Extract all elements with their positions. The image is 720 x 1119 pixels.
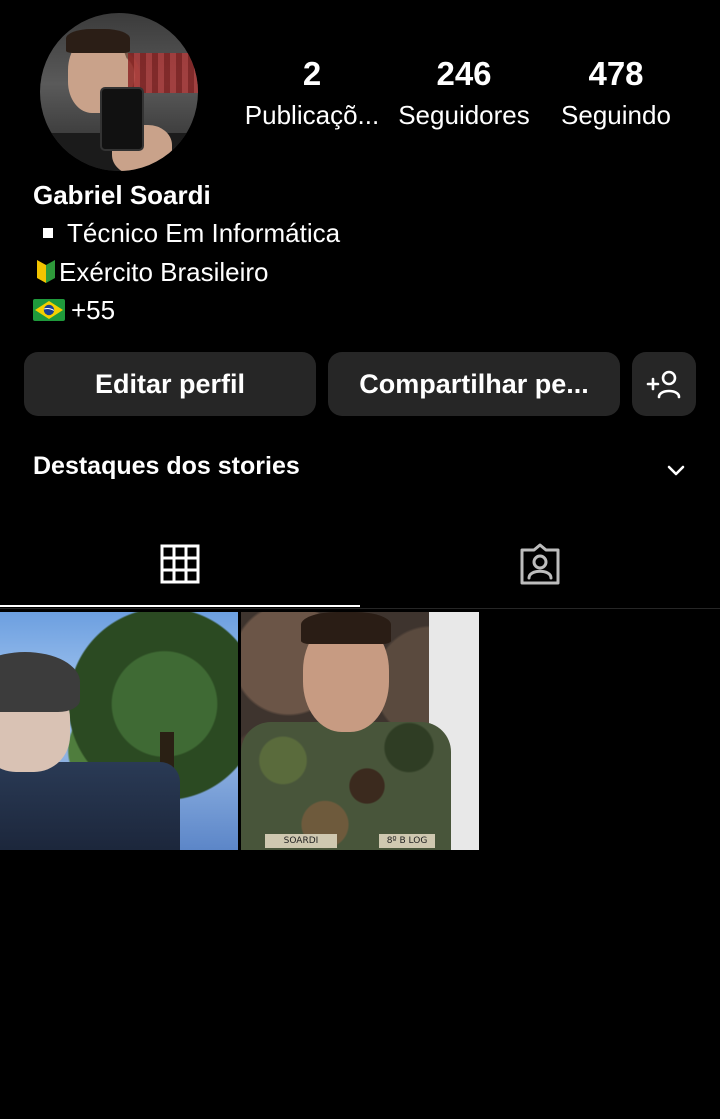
post-1-vest (0, 762, 180, 850)
stat-following[interactable]: 478 Seguindo (542, 52, 690, 134)
avatar[interactable] (40, 13, 198, 171)
discover-people-button[interactable] (632, 352, 696, 416)
share-profile-button[interactable]: Compartilhar pe... (328, 352, 620, 416)
bio-line-2-text: Exército Brasileiro (59, 257, 269, 287)
avatar-hair (66, 29, 130, 53)
chevron-down-icon[interactable] (665, 459, 687, 481)
highlights-title[interactable]: Destaques dos stories (33, 452, 300, 481)
bio-line-1-text: Técnico Em Informática (67, 218, 341, 248)
bio-line-1: Técnico Em Informática (33, 218, 340, 249)
posts-label: Publicaçõ... (244, 100, 380, 130)
post-2-unit-tag: 8º B LOG (379, 834, 435, 848)
stat-posts[interactable]: 2 Publicaçõ... (238, 52, 386, 134)
profile-page: 2 Publicaçõ... 246 Seguidores 478 Seguin… (0, 0, 720, 1119)
posts-count: 2 (302, 55, 322, 92)
followers-count: 246 (436, 55, 492, 92)
following-count: 478 (588, 55, 644, 92)
square-icon (43, 228, 53, 239)
add-person-icon (646, 370, 681, 399)
post-thumbnail-1[interactable] (0, 612, 238, 850)
tab-posts-grid[interactable] (0, 520, 360, 608)
avatar-phone (100, 87, 144, 151)
bio-line-3: +55 (33, 295, 115, 326)
post-2-name-tag: SOARDI (265, 834, 337, 848)
stat-followers[interactable]: 246 Seguidores (390, 52, 538, 134)
post-2-hair (301, 612, 391, 644)
post-2-uniform (241, 722, 451, 850)
active-tab-indicator (0, 605, 360, 607)
grid-icon (160, 544, 200, 584)
bio-line-3-text: +55 (71, 295, 116, 325)
tab-tagged[interactable] (360, 520, 720, 608)
beginner-badge-icon (37, 260, 55, 283)
brazil-flag-icon (33, 299, 65, 321)
following-label: Seguindo (561, 100, 671, 130)
tagged-person-icon (520, 543, 560, 585)
followers-label: Seguidores (398, 100, 530, 130)
tab-divider (0, 608, 720, 609)
post-thumbnail-2[interactable]: SOARDI 8º B LOG (241, 612, 479, 850)
edit-profile-button[interactable]: Editar perfil (24, 352, 316, 416)
bio-line-2: Exército Brasileiro (33, 257, 269, 288)
profile-name: Gabriel Soardi (33, 180, 211, 210)
